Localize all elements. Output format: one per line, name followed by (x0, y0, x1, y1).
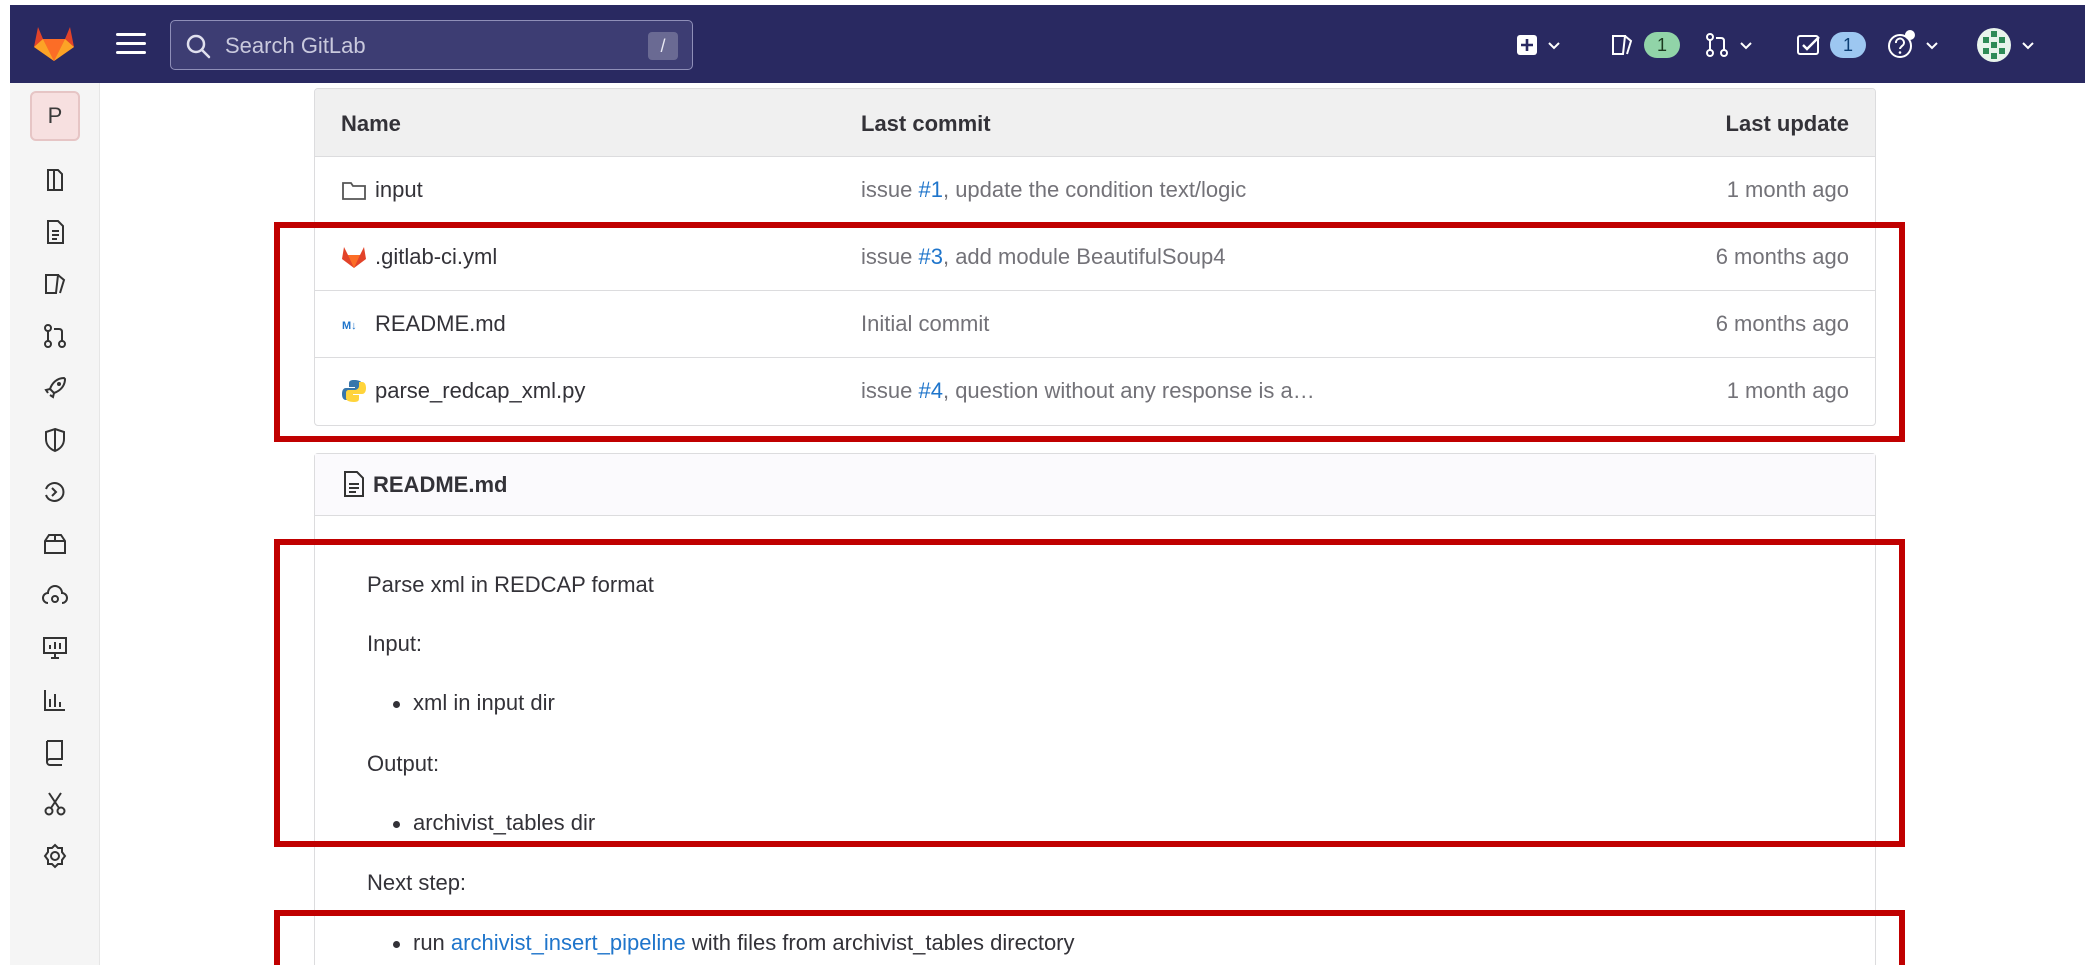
package-icon[interactable] (40, 529, 70, 559)
file-name-link[interactable]: M↓ README.md (341, 311, 506, 337)
table-row[interactable]: parse_redcap_xml.py issue #4, question w… (315, 358, 1875, 425)
issue-link[interactable]: #3 (918, 244, 942, 269)
plus-square-icon (1517, 35, 1537, 55)
chevron-down-icon (1926, 42, 1938, 50)
project-sidebar: P (10, 83, 100, 965)
svg-text:M↓: M↓ (342, 320, 357, 332)
file-name: parse_redcap_xml.py (375, 378, 586, 403)
todo-checkbox-icon (1797, 35, 1820, 55)
project-overview-icon[interactable] (40, 165, 70, 195)
commit-message: Initial commit (861, 311, 990, 336)
file-text-icon (344, 471, 364, 497)
gitlab-logo-icon[interactable] (32, 23, 76, 63)
menu-hamburger-icon[interactable] (116, 33, 146, 57)
wiki-book-icon[interactable] (40, 737, 70, 767)
cloud-infrastructure-icon[interactable] (40, 581, 70, 611)
left-margin (0, 0, 10, 965)
file-table-header: Name Last commit Last update (315, 89, 1875, 157)
search-placeholder: Search GitLab (225, 33, 366, 58)
column-header-last-commit: Last commit (861, 111, 991, 136)
readme-input-label: Input: (367, 631, 423, 656)
chevron-down-icon (1740, 42, 1752, 50)
rocket-cicd-icon[interactable] (40, 373, 70, 403)
help-button[interactable] (1886, 27, 1940, 63)
help-question-icon (1888, 30, 1915, 58)
commit-message: issue #3, add module BeautifulSoup4 (861, 244, 1226, 269)
issues-icon[interactable] (40, 269, 70, 299)
chevron-down-icon (1548, 42, 1560, 50)
readme-next-label: Next step: (367, 870, 467, 895)
search-icon (186, 34, 211, 59)
search-input[interactable]: Search GitLab / (170, 20, 693, 70)
last-update-time: 1 month ago (1726, 378, 1849, 403)
readme-header: README.md (315, 454, 1875, 516)
search-shortcut-key: / (648, 32, 678, 60)
markdown-icon: M↓ (342, 320, 357, 332)
issues-count-badge: 1 (1644, 32, 1680, 58)
list-item: xml in input dir (393, 690, 555, 715)
merge-requests-button[interactable] (1704, 27, 1754, 63)
todos-count-badge: 1 (1830, 32, 1866, 58)
shield-security-icon[interactable] (40, 425, 70, 455)
readme-intro: Parse xml in REDCAP format (367, 572, 654, 597)
readme-title: README.md (373, 472, 508, 497)
monitor-icon[interactable] (40, 633, 70, 663)
column-header-name: Name (341, 111, 401, 136)
file-name-link[interactable]: input (341, 177, 423, 203)
readme-panel: README.md Parse xml in REDCAP format Inp… (314, 453, 1876, 965)
repository-file-icon[interactable] (40, 217, 70, 247)
file-name-link[interactable]: .gitlab-ci.yml (341, 244, 497, 270)
user-menu-button[interactable] (1976, 27, 2036, 63)
user-avatar-icon (1977, 28, 2011, 62)
chevron-down-icon (2022, 42, 2034, 50)
commit-message: issue #4, question without any response … (861, 378, 1315, 403)
repository-file-table: Name Last commit Last update input issue… (314, 88, 1876, 426)
deployments-icon[interactable] (40, 477, 70, 507)
merge-request-icon[interactable] (40, 321, 70, 351)
last-update-time: 6 months ago (1715, 244, 1849, 269)
list-item: run archivist_insert_pipeline with files… (393, 930, 1075, 955)
folder-icon (342, 182, 366, 200)
merge-request-icon (1706, 33, 1728, 57)
top-navbar: Search GitLab / 1 1 (10, 5, 2085, 83)
python-icon (342, 380, 366, 402)
create-new-button[interactable] (1516, 27, 1562, 63)
file-name: .gitlab-ci.yml (375, 244, 498, 269)
issues-icon (1612, 35, 1633, 55)
issue-link[interactable]: #1 (918, 177, 942, 202)
gitlab-icon (342, 247, 366, 268)
commit-message: issue #1, update the condition text/logi… (861, 177, 1247, 202)
last-update-time: 6 months ago (1715, 311, 1849, 336)
snippets-scissors-icon[interactable] (40, 789, 70, 819)
table-row[interactable]: M↓ README.md Initial commit 6 months ago (315, 291, 1875, 358)
file-name: input (375, 177, 423, 202)
table-row[interactable]: input issue #1, update the condition tex… (315, 157, 1875, 224)
settings-gear-icon[interactable] (40, 841, 70, 871)
file-name: README.md (375, 311, 506, 336)
issues-button[interactable]: 1 (1610, 27, 1680, 63)
pipeline-link[interactable]: archivist_insert_pipeline (451, 930, 686, 955)
column-header-last-update: Last update (1725, 111, 1849, 136)
issue-link[interactable]: #4 (918, 378, 942, 403)
project-avatar[interactable]: P (30, 91, 80, 141)
list-item: archivist_tables dir (392, 810, 596, 835)
file-name-link[interactable]: parse_redcap_xml.py (341, 378, 585, 404)
last-update-time: 1 month ago (1726, 177, 1849, 202)
table-row[interactable]: .gitlab-ci.yml issue #3, add module Beau… (315, 224, 1875, 291)
analytics-chart-icon[interactable] (40, 685, 70, 715)
todos-button[interactable]: 1 (1796, 27, 1866, 63)
readme-output-label: Output: (367, 751, 440, 776)
